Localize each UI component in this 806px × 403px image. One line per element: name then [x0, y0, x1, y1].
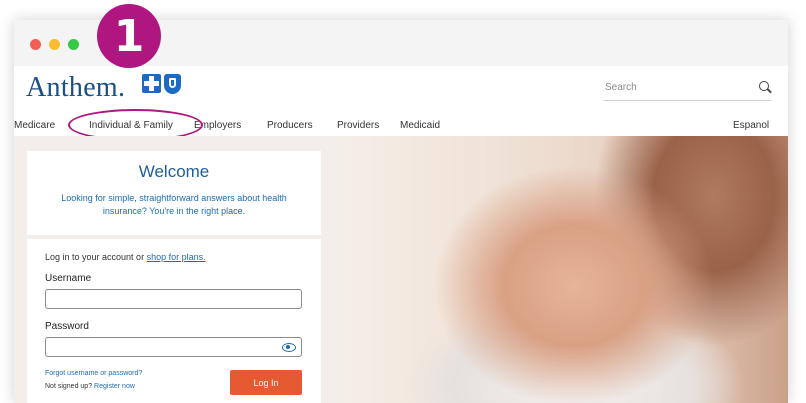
welcome-text: Looking for simple, straightforward answ…: [61, 193, 287, 216]
password-label: Password: [45, 321, 89, 332]
nav-item-medicare[interactable]: Medicare: [14, 120, 55, 131]
blue-shield-icon: [164, 74, 181, 94]
shop-for-plans-link[interactable]: shop for plans.: [147, 252, 206, 262]
close-window-button[interactable]: [30, 39, 41, 50]
maximize-window-button[interactable]: [68, 39, 79, 50]
language-link-espanol[interactable]: Espanol: [733, 120, 769, 131]
welcome-title: Welcome: [138, 162, 210, 181]
username-field[interactable]: [45, 289, 302, 309]
nav-item-producers[interactable]: Producers: [267, 120, 313, 131]
login-card: Log in to your account or shop for plans…: [27, 239, 321, 403]
register-now-link[interactable]: Register now: [94, 383, 135, 390]
blue-cross-icon: [142, 74, 161, 93]
show-password-eye-icon[interactable]: [282, 343, 296, 352]
password-field[interactable]: [45, 337, 302, 357]
forgot-credentials-link[interactable]: Forgot username or password?: [45, 370, 142, 377]
hero-photo: [334, 136, 788, 403]
nav-item-medicaid[interactable]: Medicaid: [400, 120, 440, 131]
nav-item-providers[interactable]: Providers: [337, 120, 379, 131]
login-intro: Log in to your account or shop for plans…: [45, 252, 206, 262]
signup-prompt: Not signed up? Register now: [45, 383, 135, 390]
login-intro-text: Log in to your account or: [45, 252, 145, 262]
step-number-badge: 1: [97, 4, 161, 68]
anthem-logo[interactable]: Anthem.: [26, 72, 125, 104]
search-box: [603, 76, 771, 101]
login-button[interactable]: Log In: [230, 370, 302, 395]
minimize-window-button[interactable]: [49, 39, 60, 50]
not-signed-up-text: Not signed up?: [45, 383, 93, 390]
search-icon[interactable]: [759, 81, 769, 91]
search-input[interactable]: [603, 81, 737, 94]
username-label: Username: [45, 273, 92, 284]
bcbs-logo: [142, 74, 181, 94]
browser-window: Anthem. Medicare Individual & Family Emp…: [14, 20, 788, 403]
hero-section: Welcome Looking for simple, straightforw…: [14, 136, 788, 403]
site-header: Anthem. Medicare Individual & Family Emp…: [14, 66, 788, 141]
welcome-card: Welcome Looking for simple, straightforw…: [27, 151, 321, 235]
